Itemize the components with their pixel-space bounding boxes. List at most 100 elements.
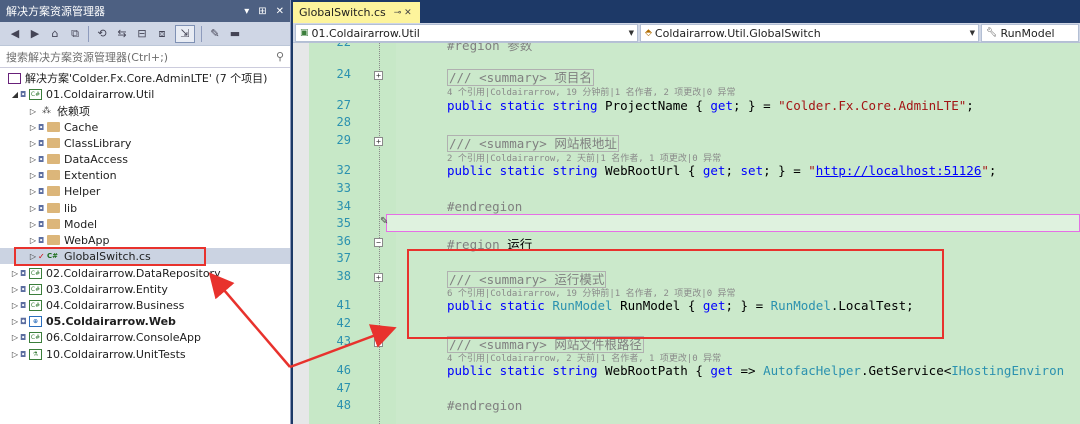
collapse-region-icon[interactable]: − — [374, 238, 383, 247]
home-icon[interactable]: ⌂ — [48, 27, 62, 40]
tree-item-project-consoleapp[interactable]: ▷ ◘ C# 06.Coldairarrow.ConsoleApp — [10, 329, 201, 345]
toolbar-separator — [201, 25, 202, 42]
tree-item-folder-lib[interactable]: ▷ ◘ lib — [28, 200, 77, 216]
folder-icon — [47, 235, 60, 245]
tree-item-folder-model[interactable]: ▷ ◘ Model — [28, 216, 97, 232]
tree-item-folder-classlibrary[interactable]: ▷ ◘ ClassLibrary — [28, 135, 131, 151]
solution-icon — [8, 72, 21, 84]
chevron-down-icon[interactable]: ▼ — [970, 29, 975, 37]
search-icon[interactable]: ⚲ — [276, 50, 284, 63]
collapse-arrow-icon[interactable]: ▷ — [28, 236, 38, 245]
lock-icon: ◘ — [38, 170, 45, 180]
back-icon[interactable]: ◀ — [8, 27, 22, 40]
properties-wrench-icon[interactable]: ✎ — [208, 27, 222, 40]
preview-selected-icon[interactable]: ⇲ — [175, 24, 195, 43]
csharp-project-icon: ▣ — [300, 28, 309, 38]
test-project-icon: ⚗ — [29, 348, 42, 360]
folder-icon — [47, 219, 60, 229]
lock-icon: ◘ — [38, 186, 45, 196]
url-link[interactable]: http://localhost:51126 — [816, 163, 982, 178]
window-position-icon[interactable]: ▾ — [244, 6, 249, 17]
sync-icon[interactable]: ⇆ — [115, 27, 129, 40]
tab-globalswitch[interactable]: GlobalSwitch.cs ⊸ ✕ — [293, 2, 420, 23]
collapse-arrow-icon[interactable]: ▷ — [10, 350, 20, 359]
switch-views-icon[interactable]: ⧉ — [68, 27, 82, 41]
edit-pencil-icon: ✎ — [380, 216, 389, 227]
collapse-arrow-icon[interactable]: ▷ — [10, 333, 20, 342]
collapse-arrow-icon[interactable]: ▷ — [28, 107, 38, 116]
code-line[interactable]: #region 参数 — [447, 43, 532, 54]
collapse-arrow-icon[interactable]: ▷ — [28, 204, 38, 213]
type-dropdown[interactable]: ⬘ Coldairarrow.Util.GlobalSwitch ▼ — [640, 24, 979, 42]
collapse-arrow-icon[interactable]: ▷ — [28, 155, 38, 164]
solution-explorer-toolbar: ◀ ▶ ⌂ ⧉ ⟲ ⇆ ⊟ ⧈ ⇲ ✎ ▬ — [0, 22, 290, 46]
tree-item-dependencies[interactable]: ▷ ⁂ 依赖项 — [28, 103, 90, 119]
code-line-summary[interactable]: /// <summary> 网站根地址 — [447, 133, 619, 152]
expand-region-icon[interactable]: + — [374, 273, 383, 282]
collapsed-summary[interactable]: /// <summary> 项目名 — [447, 69, 594, 86]
show-all-files-icon[interactable]: ⧈ — [155, 27, 169, 41]
pin-icon[interactable]: ⊞ — [258, 6, 266, 17]
line-number: 34 — [336, 199, 351, 213]
collapsed-summary[interactable]: /// <summary> 网站根地址 — [447, 135, 619, 152]
dash-icon[interactable]: ▬ — [228, 27, 242, 40]
collapse-arrow-icon[interactable]: ▷ — [28, 123, 38, 132]
lock-icon: ◘ — [38, 138, 45, 148]
tree-item-project-web[interactable]: ▷ ◘ ⊕ 05.Coldairarrow.Web — [10, 313, 176, 329]
collapse-arrow-icon[interactable]: ▷ — [10, 301, 20, 310]
tree-item-folder-helper[interactable]: ▷ ◘ Helper — [28, 183, 100, 199]
folder-icon — [47, 203, 60, 213]
collapse-arrow-icon[interactable]: ▷ — [10, 317, 20, 326]
search-input[interactable]: 搜索解决方案资源管理器(Ctrl+;) — [6, 49, 168, 65]
tree-item-solution[interactable]: 解决方案'Colder.Fx.Core.AdminLTE' (7 个项目) — [6, 70, 267, 86]
line-number: 32 — [336, 163, 351, 177]
pending-changes-icon[interactable]: ⟲ — [95, 27, 109, 40]
tree-item-folder-extention[interactable]: ▷ ◘ Extention — [28, 167, 117, 183]
collapse-arrow-icon[interactable]: ▷ — [10, 269, 20, 278]
tree-item-folder-cache[interactable]: ▷ ◘ Cache — [28, 119, 98, 135]
current-line-highlight — [386, 214, 1080, 232]
codelens-info[interactable]: 4 个引用|Coldairarrow, 19 分钟前|1 名作者, 2 项更改|… — [447, 85, 736, 98]
tree-item-folder-webapp[interactable]: ▷ ◘ WebApp — [28, 232, 110, 248]
code-line[interactable]: #endregion — [447, 398, 522, 413]
code-line[interactable]: #endregion — [447, 199, 522, 214]
line-number: 38 — [336, 269, 351, 283]
collapse-arrow-icon[interactable]: ▷ — [10, 285, 20, 294]
collapse-arrow-icon[interactable]: ▷ — [28, 187, 38, 196]
navigation-bar: ▣ 01.Coldairarrow.Util ▼ ⬘ Coldairarrow.… — [293, 23, 1080, 43]
project-dropdown[interactable]: ▣ 01.Coldairarrow.Util ▼ — [295, 24, 638, 42]
member-dropdown[interactable]: 🔧︎ RunModel — [981, 24, 1079, 42]
lock-icon: ◘ — [20, 349, 27, 359]
expand-region-icon[interactable]: + — [374, 137, 383, 146]
tree-item-folder-dataaccess[interactable]: ▷ ◘ DataAccess — [28, 151, 128, 167]
collapse-all-icon[interactable]: ⊟ — [135, 27, 149, 40]
code-line[interactable]: public static string WebRootPath { get =… — [447, 363, 1064, 378]
outline-guide — [379, 43, 380, 424]
expand-region-icon[interactable]: + — [374, 71, 383, 80]
lock-icon: ◘ — [20, 332, 27, 342]
solution-explorer-search[interactable]: 搜索解决方案资源管理器(Ctrl+;) ⚲ — [0, 46, 290, 68]
chevron-down-icon[interactable]: ▼ — [629, 29, 634, 37]
document-tab-bar: GlobalSwitch.cs ⊸ ✕ — [293, 0, 1080, 23]
code-line[interactable]: public static string WebRootUrl { get; s… — [447, 163, 996, 178]
tree-item-project-entity[interactable]: ▷ ◘ C# 03.Coldairarrow.Entity — [10, 281, 168, 297]
code-line-summary[interactable]: /// <summary> 项目名 — [447, 67, 594, 86]
lock-icon: ◘ — [38, 154, 45, 164]
expand-region-icon[interactable]: + — [374, 338, 383, 347]
tree-item-project-util[interactable]: ◢ ◘ C# 01.Coldairarrow.Util — [10, 86, 154, 102]
collapse-arrow-icon[interactable]: ▷ — [28, 220, 38, 229]
lock-icon: ◘ — [20, 268, 27, 278]
expand-arrow-icon[interactable]: ◢ — [10, 90, 20, 99]
close-icon[interactable]: ✕ — [276, 6, 284, 17]
forward-icon[interactable]: ▶ — [28, 27, 42, 40]
tree-item-project-datarepository[interactable]: ▷ ◘ C# 02.Coldairarrow.DataRepository — [10, 265, 221, 281]
code-line[interactable]: public static string ProjectName { get; … — [447, 98, 974, 113]
code-editor[interactable]: ✎ 22 24 27 28 29 32 33 34 35 36 37 38 41… — [293, 43, 1080, 424]
line-number: 33 — [336, 181, 351, 195]
collapse-arrow-icon[interactable]: ▷ — [28, 139, 38, 148]
collapse-arrow-icon[interactable]: ▷ — [28, 171, 38, 180]
tree-item-project-business[interactable]: ▷ ◘ C# 04.Coldairarrow.Business — [10, 297, 184, 313]
tab-pin-close-icon[interactable]: ⊸ ✕ — [394, 8, 412, 18]
dependencies-icon: ⁂ — [42, 106, 51, 116]
tree-item-project-unittests[interactable]: ▷ ◘ ⚗ 10.Coldairarrow.UnitTests — [10, 346, 186, 362]
